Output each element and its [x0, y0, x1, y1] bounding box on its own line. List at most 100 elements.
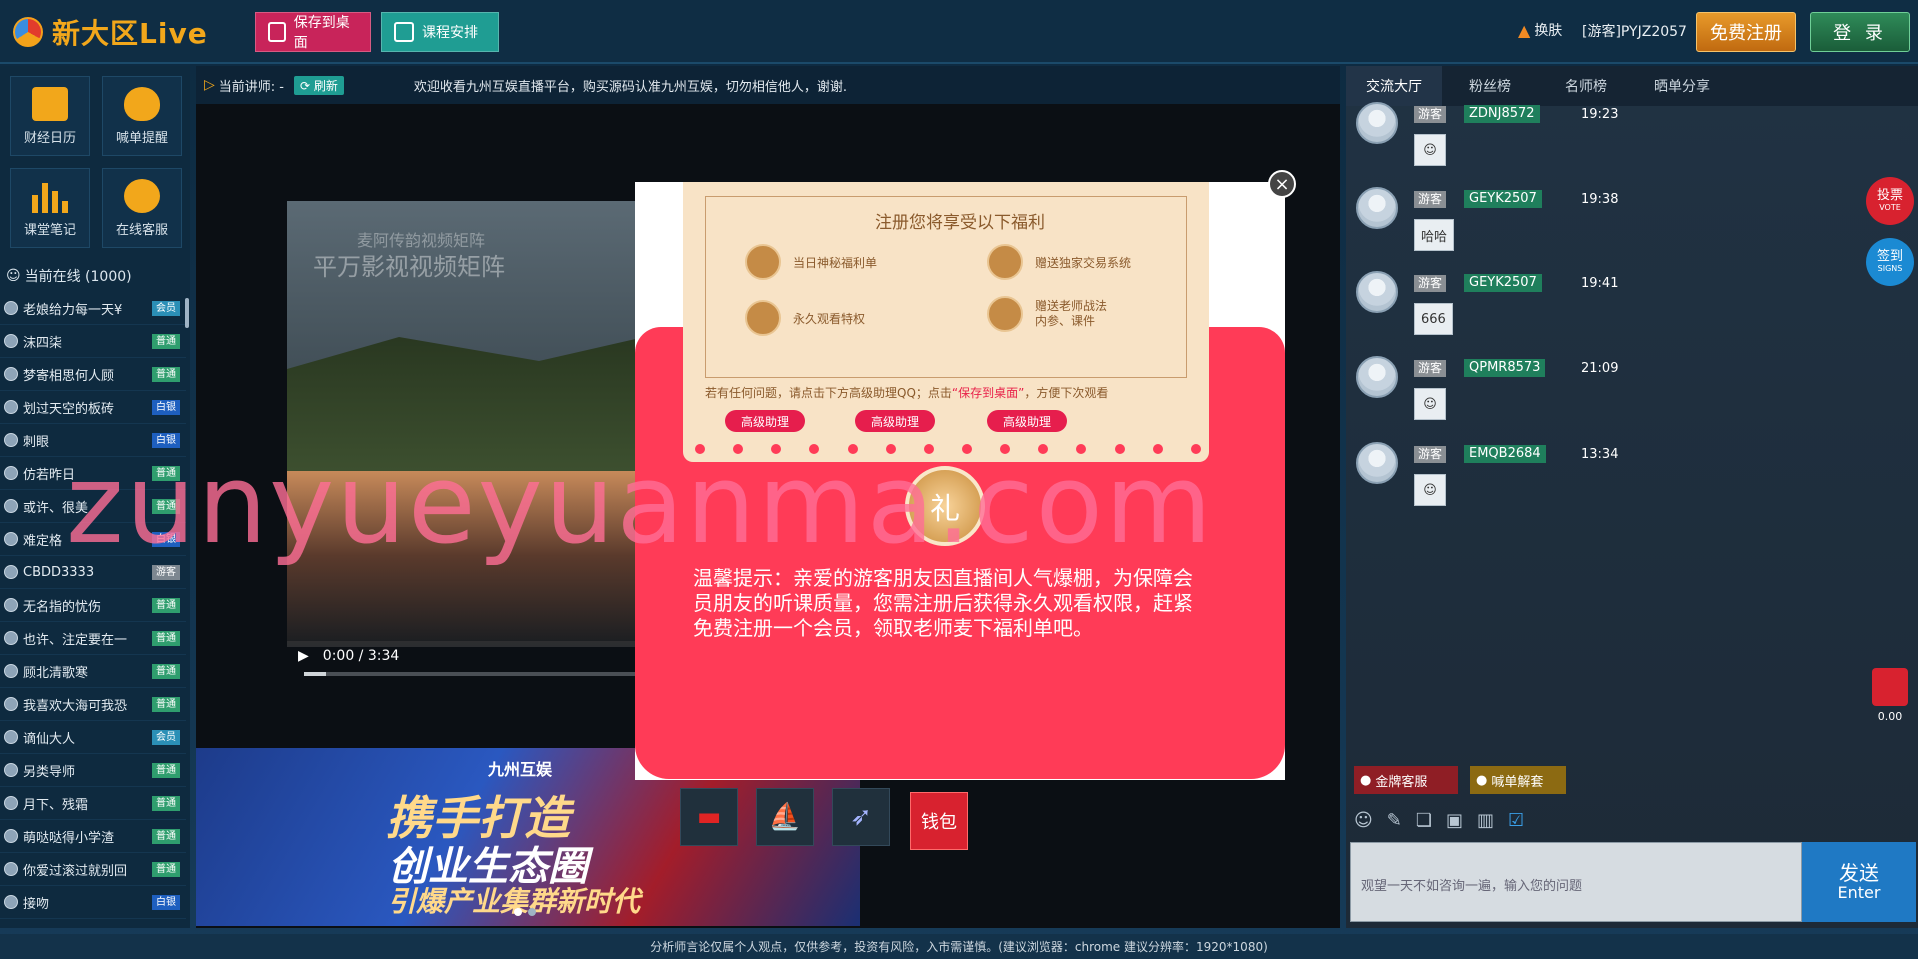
tool-finance-calendar[interactable]: 财经日历: [10, 76, 90, 156]
save-to-desktop-link[interactable]: “保存到桌面”: [952, 386, 1024, 400]
user-name: 老娘给力每一天¥: [23, 302, 123, 318]
avatar[interactable]: [1356, 187, 1398, 229]
call-release-button[interactable]: ● 喊单解套: [1470, 766, 1566, 794]
close-icon[interactable]: ×: [1268, 170, 1296, 198]
user-level-badge: 普通: [152, 334, 180, 349]
magic-wand-icon[interactable]: ✎: [1387, 810, 1402, 831]
tab-share-orders[interactable]: 晒单分享: [1634, 66, 1730, 106]
user-list-item[interactable]: 沫四柒 普通: [0, 325, 186, 358]
gift-icon: [745, 244, 781, 280]
refresh-button[interactable]: ⟳ 刷新: [294, 75, 344, 95]
online-count-label: 当前在线 (1000): [24, 269, 132, 285]
user-list-item[interactable]: 仿若昨日 普通: [0, 457, 186, 490]
login-button[interactable]: 登 录: [1810, 12, 1910, 52]
trash-icon[interactable]: ▥: [1477, 810, 1494, 831]
user-level-badge: 普通: [152, 664, 180, 679]
chat-message: 游客 GEYK2507 19:38 哈哈: [1356, 187, 1876, 273]
car-gift-icon[interactable]: ▬: [680, 788, 738, 846]
avatar[interactable]: [1356, 442, 1398, 484]
assistant-qq-button[interactable]: 高级助理: [855, 410, 935, 432]
avatar[interactable]: [1356, 356, 1398, 398]
user-list-item[interactable]: 划过天空的板砖 白银: [0, 391, 186, 424]
user-list-item[interactable]: 刺眼 白银: [0, 424, 186, 457]
wallet-button[interactable]: 钱包: [910, 792, 968, 850]
tab-teacher-rank[interactable]: 名师榜: [1538, 66, 1634, 106]
user-list-item[interactable]: 老娘给力每一天¥ 会员: [0, 292, 186, 325]
user-list-item[interactable]: 我喜欢大海可我恐 普通: [0, 688, 186, 721]
user-nick[interactable]: GEYK2507: [1464, 274, 1542, 292]
user-list-item[interactable]: 接吻 白银: [0, 886, 186, 919]
user-list-item[interactable]: 难定格 白银: [0, 523, 186, 556]
tool-online-service[interactable]: 在线客服: [102, 168, 182, 248]
avatar: [4, 400, 18, 414]
avatar: [4, 862, 18, 876]
users-icon: [745, 300, 781, 336]
user-list-item[interactable]: 谪仙大人 会员: [0, 721, 186, 754]
user-list-item[interactable]: 梦寄相思何人顾 普通: [0, 358, 186, 391]
avatar: [4, 763, 18, 777]
tool-label: 财经日历: [23, 130, 76, 146]
refresh-label: 刷新: [313, 78, 338, 93]
user-name: 你爱过滚过就别回: [23, 863, 128, 879]
logo[interactable]: 新大区Live: [10, 12, 208, 52]
message-time: 13:34: [1581, 447, 1619, 462]
banner-dot[interactable]: [514, 908, 522, 916]
user-nick[interactable]: QPMR8573: [1464, 359, 1546, 377]
register-button[interactable]: 免费注册: [1696, 12, 1796, 52]
user-list-item[interactable]: 或许、很美 普通: [0, 490, 186, 523]
user-list-item[interactable]: 你爱过滚过就别回 普通: [0, 853, 186, 886]
assistant-qq-button[interactable]: 高级助理: [987, 410, 1067, 432]
theme-switch[interactable]: ▲ 换肤: [1518, 20, 1562, 40]
user-list-item[interactable]: 也许、注定要在一 普通: [0, 622, 186, 655]
avatar[interactable]: [1356, 102, 1398, 144]
assistant-qq-button[interactable]: 高级助理: [725, 410, 805, 432]
avatar[interactable]: [1356, 271, 1398, 313]
user-list-scrollbar[interactable]: [185, 298, 189, 328]
chat-input[interactable]: 观望一天不如咨询一遍，输入您的问题: [1350, 842, 1802, 922]
image-icon[interactable]: ▣: [1446, 810, 1463, 831]
user-level-badge: 白银: [152, 532, 180, 547]
user-list-item[interactable]: 顾北清歌寒 普通: [0, 655, 186, 688]
banner-dot[interactable]: [528, 908, 536, 916]
user-name: 我喜欢大海可我恐: [23, 698, 128, 714]
vote-button[interactable]: 投票 VOTE: [1866, 177, 1914, 225]
user-list-item[interactable]: 月下、残霜 普通: [0, 787, 186, 820]
message-content: 哈哈: [1414, 219, 1455, 251]
red-packet-widget[interactable]: 0.00: [1868, 668, 1912, 726]
online-user-list[interactable]: 老娘给力每一天¥ 会员 沫四柒 普通 梦寄相思何人顾 普通 划过天空的板砖 白银 刺眼 白银 仿若昨…: [0, 292, 186, 928]
sign-in-button[interactable]: 签到 SIGNS: [1866, 238, 1914, 286]
avatar: [4, 367, 18, 381]
tool-class-notes[interactable]: 课堂笔记: [10, 168, 90, 248]
tab-fans-rank[interactable]: 粉丝榜: [1442, 66, 1538, 106]
yacht-gift-icon[interactable]: ⛵: [756, 788, 814, 846]
user-list-item[interactable]: 无名指的忧伤 普通: [0, 589, 186, 622]
gold-service-button[interactable]: ● 金牌客服: [1354, 766, 1458, 794]
play-button[interactable]: ▶: [298, 648, 309, 664]
user-nick[interactable]: EMQB2684: [1464, 445, 1546, 463]
banner-pager: [514, 908, 536, 916]
qq-icon: ●: [1360, 772, 1372, 788]
user-name: 顾北清歌寒: [23, 665, 89, 681]
user-nick[interactable]: GEYK2507: [1464, 190, 1542, 208]
user-name: CBDD3333: [23, 564, 95, 580]
top-bar: 新大区Live 保存到桌面 课程安排 ▲ 换肤 [游客]PYJZ2057 免费注…: [0, 0, 1918, 64]
help-line: 若有任何问题，请点击下方高级助理QQ；点击“保存到桌面”，方便下次观看: [705, 384, 1108, 401]
user-list-item[interactable]: 萌哒哒得小学渣 普通: [0, 820, 186, 853]
user-list-item[interactable]: CBDD3333 游客: [0, 556, 186, 589]
send-button[interactable]: 发送 Enter: [1802, 842, 1916, 922]
user-list-item[interactable]: 另类导师 普通: [0, 754, 186, 787]
gift-icon[interactable]: ❏: [1416, 810, 1432, 831]
tool-call-alert[interactable]: 喊单提醒: [102, 76, 182, 156]
user-name: 或许、很美: [23, 500, 89, 516]
user-nick[interactable]: ZDNJ8572: [1464, 105, 1540, 123]
tab-chat-hall[interactable]: 交流大厅: [1346, 66, 1442, 106]
rocket-gift-icon[interactable]: ➶: [832, 788, 890, 846]
checkbox-icon[interactable]: ☑: [1508, 810, 1524, 831]
qq-icon: ●: [1476, 772, 1488, 788]
user-level-badge: 普通: [152, 598, 180, 613]
service-bar: ● 金牌客服 ● 喊单解套: [1354, 766, 1566, 794]
save-to-desktop-button[interactable]: 保存到桌面: [255, 12, 371, 52]
gift-seal-button[interactable]: 礼: [905, 466, 985, 546]
course-schedule-button[interactable]: 课程安排: [381, 12, 499, 52]
emoji-icon[interactable]: ☺: [1354, 810, 1373, 831]
